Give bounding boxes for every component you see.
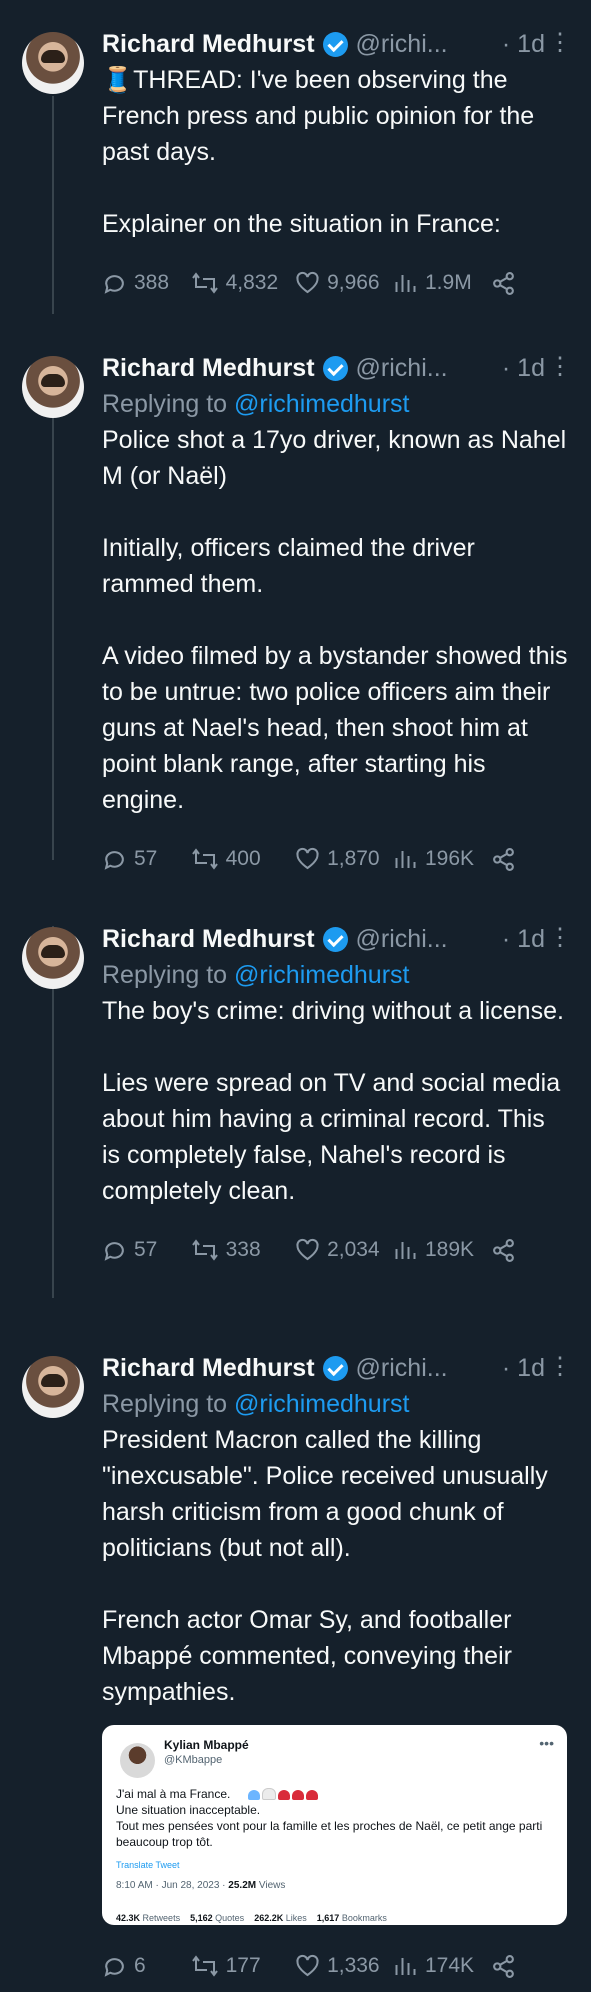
avatar[interactable] xyxy=(22,356,84,418)
reply-icon xyxy=(104,274,124,294)
tweet-actions: 57 338 2,034 189K xyxy=(102,1227,569,1273)
like-button[interactable]: 1,336 xyxy=(295,1954,393,1978)
retweet-icon xyxy=(191,1239,218,1261)
verified-icon xyxy=(322,1355,348,1381)
tweet-actions: 388 4,832 9,966 1.9M xyxy=(102,260,569,306)
retweet-button[interactable]: 338 xyxy=(191,1238,295,1262)
author-name[interactable]: Richard Medhurst xyxy=(102,354,315,383)
share-icon xyxy=(493,271,514,295)
tweet-text: Police shot a 17yo driver, known as Nahe… xyxy=(102,426,568,814)
more-options-icon[interactable]: ⋮ xyxy=(548,28,572,57)
share-button[interactable] xyxy=(491,271,573,296)
embed-timestamp: 8:10 AM · Jun 28, 2023 · 25.2M Views xyxy=(116,1880,286,1891)
tweet-actions: 6 177 1,336 174K xyxy=(102,1943,569,1989)
views-icon xyxy=(395,1958,416,1975)
reply-button[interactable]: 57 xyxy=(102,1238,191,1263)
tweet-time[interactable]: · 1d xyxy=(502,30,545,59)
tweet-header: Richard Medhurst @richi... · 1d xyxy=(102,921,569,957)
embed-text: J'ai mal à ma France. Une situation inac… xyxy=(116,1787,543,1849)
author-handle[interactable]: @richi... xyxy=(356,30,448,59)
verified-icon xyxy=(322,926,348,952)
like-button[interactable]: 9,966 xyxy=(295,271,393,295)
reply-link[interactable]: @richimedhurst xyxy=(234,961,409,989)
reply-icon xyxy=(104,850,124,870)
views-button[interactable]: 174K xyxy=(393,1954,491,1978)
embed-author-handle[interactable]: @KMbappe xyxy=(164,1754,222,1766)
more-options-icon[interactable]: ⋮ xyxy=(548,352,572,381)
heart-emoji-row xyxy=(248,1787,320,1805)
tweet-actions: 57 400 1,870 196K xyxy=(102,836,569,882)
tweet-time[interactable]: · 1d xyxy=(502,1354,545,1383)
views-button[interactable]: 1.9M xyxy=(393,271,491,295)
replying-to: Replying to @richimedhurst xyxy=(102,390,410,418)
reply-icon xyxy=(104,1241,124,1261)
retweet-button[interactable]: 177 xyxy=(191,1954,295,1978)
verified-icon xyxy=(322,31,348,57)
thread-line xyxy=(52,96,54,314)
reply-button[interactable]: 57 xyxy=(102,847,191,872)
share-button[interactable] xyxy=(491,1954,573,1979)
tweet-1[interactable]: Richard Medhurst @richi... · 1d ⋮ 🧵THREA… xyxy=(0,0,591,324)
thread-line xyxy=(52,365,54,860)
avatar[interactable] xyxy=(22,1356,84,1418)
tweet-time[interactable]: · 1d xyxy=(502,925,545,954)
embed-more-icon[interactable]: ••• xyxy=(539,1735,554,1751)
reply-link[interactable]: @richimedhurst xyxy=(234,390,409,418)
views-icon xyxy=(395,1242,416,1259)
tweet-header: Richard Medhurst @richi... · 1d xyxy=(102,26,569,62)
tweet-time[interactable]: · 1d xyxy=(502,354,545,383)
views-icon xyxy=(395,275,416,292)
replying-to: Replying to @richimedhurst xyxy=(102,961,410,989)
views-icon xyxy=(395,851,416,868)
author-handle[interactable]: @richi... xyxy=(356,925,448,954)
author-name[interactable]: Richard Medhurst xyxy=(102,1354,315,1383)
tweet-text: The boy's crime: driving without a licen… xyxy=(102,997,564,1205)
reply-button[interactable]: 388 xyxy=(102,271,191,296)
retweet-button[interactable]: 4,832 xyxy=(191,271,295,295)
like-button[interactable]: 1,870 xyxy=(295,847,393,871)
share-button[interactable] xyxy=(491,1238,573,1263)
heart-icon xyxy=(296,1238,319,1261)
heart-icon xyxy=(296,271,319,294)
more-options-icon[interactable]: ⋮ xyxy=(548,1352,572,1381)
author-name[interactable]: Richard Medhurst xyxy=(102,30,315,59)
author-handle[interactable]: @richi... xyxy=(356,1354,448,1383)
reply-button[interactable]: 6 xyxy=(102,1954,191,1979)
tweet-text: 🧵THREAD: I've been observing the French … xyxy=(102,66,535,238)
tweet-2[interactable]: Richard Medhurst @richi... · 1d ⋮ Replyi… xyxy=(0,324,591,895)
views-button[interactable]: 189K xyxy=(393,1238,491,1262)
reply-icon xyxy=(104,1957,124,1977)
heart-icon xyxy=(296,847,319,870)
tweet-header: Richard Medhurst @richi... · 1d xyxy=(102,350,569,386)
embedded-tweet[interactable]: Kylian Mbappé @KMbappe ••• J'ai mal à ma… xyxy=(102,1725,567,1925)
retweet-icon xyxy=(191,1955,218,1977)
heart-icon xyxy=(296,1954,319,1977)
embed-avatar[interactable] xyxy=(120,1743,155,1778)
more-options-icon[interactable]: ⋮ xyxy=(548,923,572,952)
share-button[interactable] xyxy=(491,847,573,872)
share-icon xyxy=(493,1954,514,1978)
author-handle[interactable]: @richi... xyxy=(356,354,448,383)
retweet-icon xyxy=(191,272,218,294)
embed-author-name[interactable]: Kylian Mbappé xyxy=(164,1738,249,1752)
tweet-header: Richard Medhurst @richi... · 1d xyxy=(102,1350,569,1386)
avatar[interactable] xyxy=(22,32,84,94)
share-icon xyxy=(493,847,514,871)
verified-icon xyxy=(322,355,348,381)
author-name[interactable]: Richard Medhurst xyxy=(102,925,315,954)
tweet-thread: Richard Medhurst @richi... · 1d ⋮ 🧵THREA… xyxy=(0,0,591,1992)
avatar[interactable] xyxy=(22,927,84,989)
tweet-4[interactable]: Richard Medhurst @richi... · 1d ⋮ Replyi… xyxy=(0,1324,591,1992)
like-button[interactable]: 2,034 xyxy=(295,1238,393,1262)
tweet-3[interactable]: Richard Medhurst @richi... · 1d ⋮ Replyi… xyxy=(0,895,591,1324)
reply-link[interactable]: @richimedhurst xyxy=(234,1390,409,1418)
share-icon xyxy=(493,1238,514,1262)
retweet-button[interactable]: 400 xyxy=(191,847,295,871)
tweet-text: President Macron called the killing "ine… xyxy=(102,1426,548,1706)
embed-stats: 42.3K Retweets 5,162 Quotes 262.2K Likes… xyxy=(116,1913,387,1923)
retweet-icon xyxy=(191,848,218,870)
views-button[interactable]: 196K xyxy=(393,847,491,871)
replying-to: Replying to @richimedhurst xyxy=(102,1390,410,1418)
translate-link[interactable]: Translate Tweet xyxy=(116,1860,180,1870)
